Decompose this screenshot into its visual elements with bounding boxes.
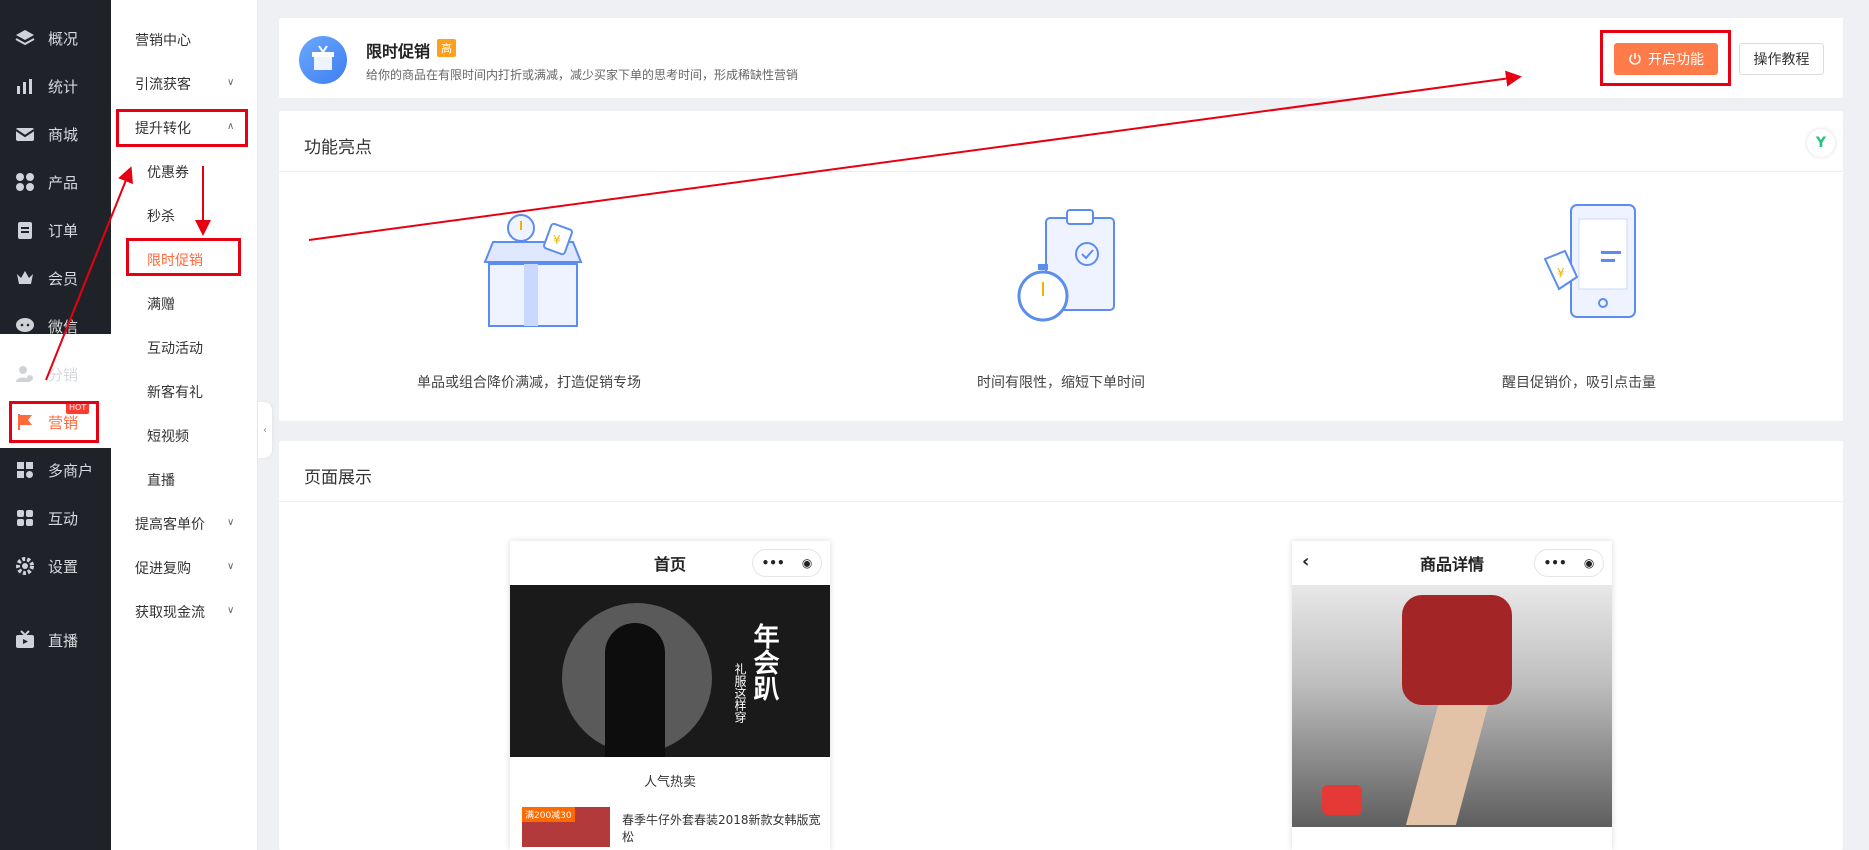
arrow-to-conversion bbox=[45, 166, 133, 381]
arrow-to-enable bbox=[308, 70, 1522, 241]
annotation-arrows bbox=[45, 70, 1522, 381]
